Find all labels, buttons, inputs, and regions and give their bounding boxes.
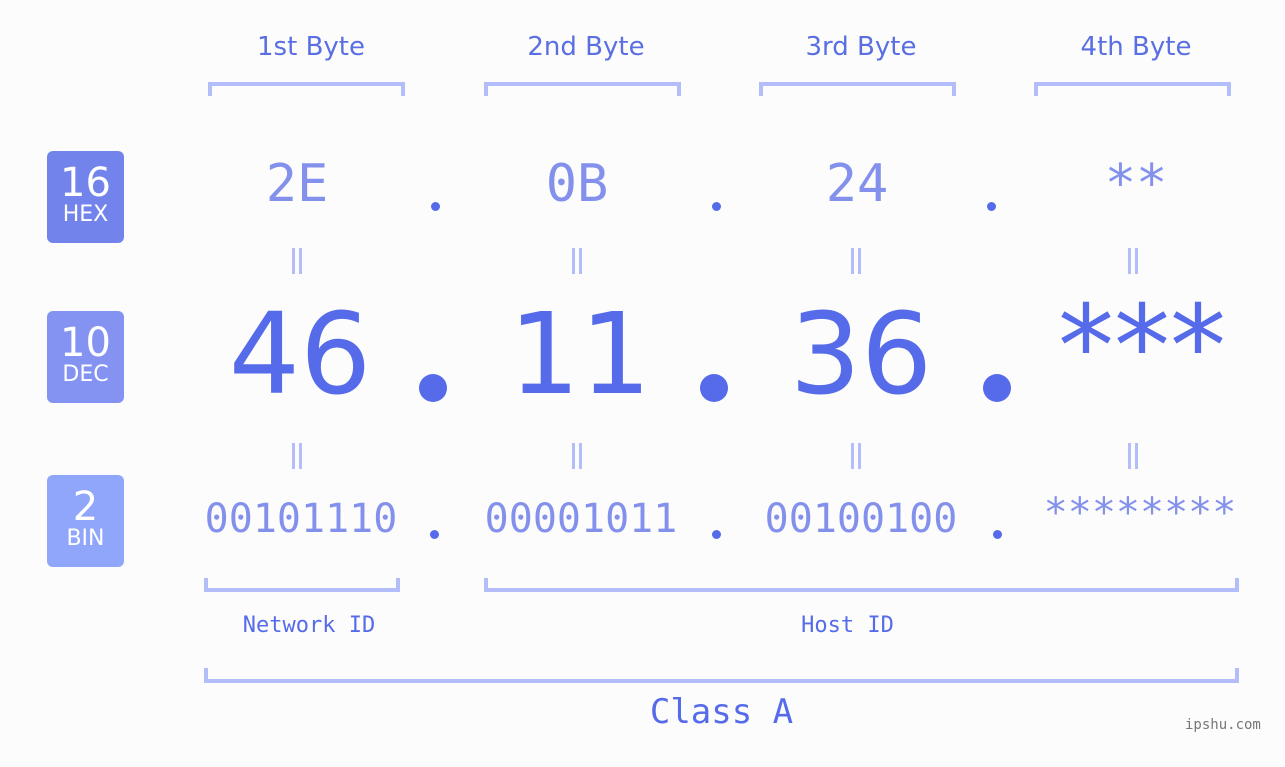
equals-icon <box>292 248 302 274</box>
equals-icon <box>1128 248 1138 274</box>
hex-value-3: 24 <box>825 154 889 214</box>
equals-icon <box>851 248 861 274</box>
dec-badge: 10 DEC <box>47 311 124 403</box>
watermark: ipshu.com <box>1185 717 1261 733</box>
class-label: Class A <box>649 692 794 732</box>
bin-badge: 2 BIN <box>47 475 124 567</box>
bin-badge-label: BIN <box>66 526 105 551</box>
bin-separator-dot-2 <box>712 530 721 539</box>
equals-icon <box>572 443 582 469</box>
hex-separator-dot-2 <box>712 202 721 211</box>
dec-badge-label: DEC <box>62 362 109 387</box>
bin-value-1: 00101110 <box>204 496 398 542</box>
bin-separator-dot-1 <box>430 530 439 539</box>
byte-label-1: 1st Byte <box>257 32 365 62</box>
byte-label-2: 2nd Byte <box>527 32 645 62</box>
dec-value-4: *** <box>1058 282 1226 412</box>
hex-badge: 16 HEX <box>47 151 124 243</box>
bin-value-4: ******** <box>1043 490 1237 536</box>
hex-badge-number: 16 <box>60 160 111 206</box>
bin-value-2: 00001011 <box>484 496 678 542</box>
byte-bracket-2 <box>484 82 681 96</box>
dec-value-2: 11 <box>508 290 652 420</box>
dec-separator-dot-3 <box>983 374 1011 402</box>
hex-value-4: ** <box>1104 154 1168 214</box>
byte-bracket-3 <box>759 82 956 96</box>
hex-separator-dot-1 <box>431 202 440 211</box>
dec-value-3: 36 <box>789 290 933 420</box>
equals-icon <box>1128 443 1138 469</box>
hex-badge-label: HEX <box>62 202 109 227</box>
dec-badge-number: 10 <box>60 320 111 366</box>
bin-value-3: 00100100 <box>764 496 958 542</box>
hex-separator-dot-3 <box>987 202 996 211</box>
host-id-label: Host ID <box>801 613 894 638</box>
dec-value-1: 46 <box>228 290 372 420</box>
network-id-label: Network ID <box>242 613 376 638</box>
byte-label-3: 3rd Byte <box>805 32 917 62</box>
class-bracket <box>204 668 1239 683</box>
equals-icon <box>572 248 582 274</box>
network-id-bracket <box>204 578 400 592</box>
byte-bracket-4 <box>1034 82 1231 96</box>
bin-separator-dot-3 <box>993 530 1002 539</box>
hex-value-2: 0B <box>545 154 609 214</box>
hex-value-1: 2E <box>265 154 329 214</box>
byte-bracket-1 <box>208 82 405 96</box>
equals-icon <box>851 443 861 469</box>
equals-icon <box>292 443 302 469</box>
host-id-bracket <box>484 578 1239 592</box>
bin-badge-number: 2 <box>72 484 99 530</box>
byte-label-4: 4th Byte <box>1080 32 1192 62</box>
dec-separator-dot-1 <box>419 374 447 402</box>
dec-separator-dot-2 <box>700 374 728 402</box>
